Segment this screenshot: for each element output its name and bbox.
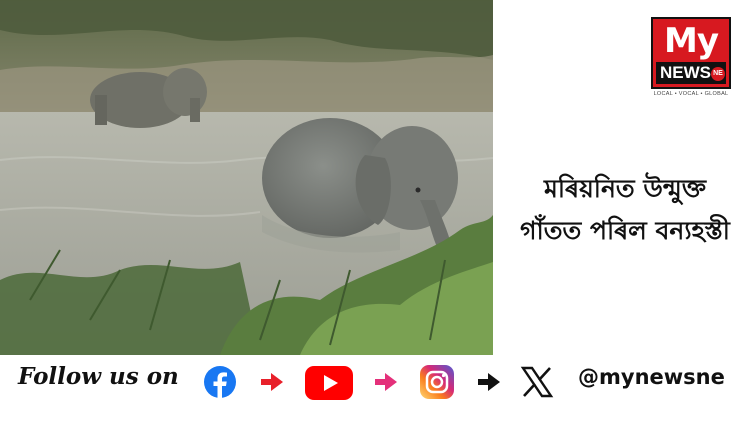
headline-line-2: গাঁতত পৰিল বন্যহস্তী [520,216,730,245]
follow-label: Follow us on [18,363,179,390]
arrow-icon [375,373,397,395]
facebook-icon[interactable] [203,365,237,403]
youtube-icon[interactable] [305,366,353,404]
instagram-icon[interactable] [420,365,454,403]
headline-line-1: মৰিয়নিত উন্মুক্ত [543,174,707,203]
news-photo [0,0,493,355]
social-handle[interactable]: @mynewsne [578,365,725,389]
arrow-icon [261,373,283,395]
logo-my-text: My [664,21,719,61]
mynewsne-logo[interactable]: My NEWS NE LOCAL • VOCAL • GLOBAL [651,17,731,99]
x-icon[interactable] [520,365,554,403]
logo-badge: My NEWS NE [651,17,731,89]
logo-tagline: LOCAL • VOCAL • GLOBAL [653,91,729,97]
headline: মৰিয়নিত উন্মুক্ত গাঁতত পৰিল বন্যহস্তী [500,168,750,252]
logo-ne-badge: NE [711,67,725,81]
arrow-icon [478,373,500,395]
follow-bar: Follow us on @mynewsne [0,355,750,430]
